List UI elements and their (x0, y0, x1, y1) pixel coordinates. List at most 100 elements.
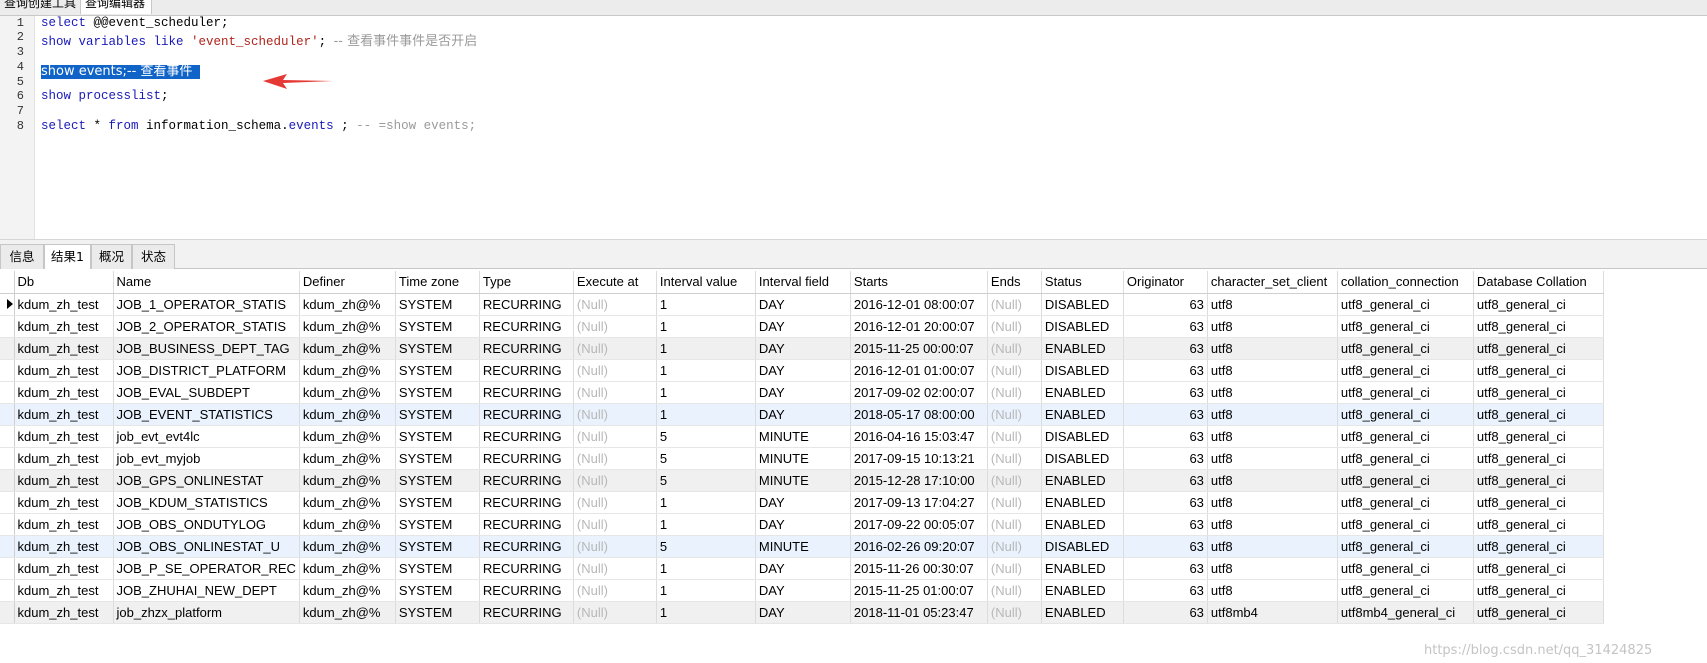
table-cell[interactable]: DAY (755, 601, 851, 624)
table-cell[interactable]: utf8_general_ci (1473, 535, 1604, 558)
table-cell[interactable]: 63 (1123, 579, 1208, 602)
table-cell[interactable]: 5 (656, 469, 756, 492)
table-cell[interactable]: utf8_general_ci (1337, 403, 1474, 426)
table-cell[interactable]: RECURRING (479, 403, 574, 426)
table-cell[interactable]: 2016-12-01 08:00:07 (850, 293, 988, 316)
table-cell[interactable]: kdum_zh@% (299, 601, 396, 624)
table-cell[interactable]: DISABLED (1041, 425, 1124, 448)
table-cell[interactable]: SYSTEM (395, 293, 480, 316)
table-cell[interactable]: kdum_zh_test (14, 381, 114, 404)
table-cell[interactable]: utf8_general_ci (1473, 337, 1604, 360)
table-cell[interactable]: ENABLED (1041, 579, 1124, 602)
column-header[interactable]: collation_connection (1337, 271, 1474, 294)
table-cell[interactable]: utf8_general_ci (1337, 491, 1474, 514)
table-cell[interactable]: 2017-09-15 10:13:21 (850, 447, 988, 470)
table-cell[interactable]: job_evt_myjob (113, 447, 300, 470)
table-cell[interactable]: SYSTEM (395, 425, 480, 448)
table-cell[interactable]: JOB_DISTRICT_PLATFORM (113, 359, 300, 382)
table-cell[interactable]: utf8_general_ci (1337, 293, 1474, 316)
table-cell[interactable]: 2017-09-22 00:05:07 (850, 513, 988, 536)
table-cell[interactable]: utf8_general_ci (1337, 425, 1474, 448)
table-cell[interactable]: kdum_zh@% (299, 315, 396, 338)
table-cell[interactable]: kdum_zh_test (14, 579, 114, 602)
table-cell[interactable]: 63 (1123, 469, 1208, 492)
table-cell[interactable]: utf8 (1207, 579, 1338, 602)
table-cell[interactable]: DISABLED (1041, 315, 1124, 338)
table-cell[interactable]: RECURRING (479, 447, 574, 470)
row-indicator[interactable] (0, 557, 15, 580)
table-cell[interactable]: 63 (1123, 513, 1208, 536)
table-cell[interactable]: kdum_zh_test (14, 425, 114, 448)
table-cell[interactable]: SYSTEM (395, 557, 480, 580)
table-cell[interactable]: 2015-11-25 01:00:07 (850, 579, 988, 602)
table-cell[interactable]: (Null) (573, 425, 657, 448)
table-cell[interactable]: 63 (1123, 315, 1208, 338)
table-cell[interactable]: DISABLED (1041, 293, 1124, 316)
table-cell[interactable]: kdum_zh_test (14, 447, 114, 470)
table-cell[interactable]: JOB_KDUM_STATISTICS (113, 491, 300, 514)
table-cell[interactable]: RECURRING (479, 315, 574, 338)
table-cell[interactable]: 63 (1123, 557, 1208, 580)
table-cell[interactable]: RECURRING (479, 535, 574, 558)
table-cell[interactable]: RECURRING (479, 469, 574, 492)
table-cell[interactable]: utf8 (1207, 381, 1338, 404)
table-cell[interactable]: kdum_zh@% (299, 337, 396, 360)
table-cell[interactable]: utf8_general_ci (1473, 359, 1604, 382)
table-cell[interactable]: SYSTEM (395, 359, 480, 382)
table-cell[interactable]: 2016-12-01 20:00:07 (850, 315, 988, 338)
table-cell[interactable]: (Null) (987, 557, 1042, 580)
table-cell[interactable]: RECURRING (479, 491, 574, 514)
table-cell[interactable]: 1 (656, 579, 756, 602)
table-cell[interactable]: ENABLED (1041, 601, 1124, 624)
table-cell[interactable]: utf8_general_ci (1337, 447, 1474, 470)
table-cell[interactable]: utf8_general_ci (1473, 425, 1604, 448)
table-cell[interactable]: JOB_EVENT_STATISTICS (113, 403, 300, 426)
table-row[interactable]: kdum_zh_test JOB_OBS_ONDUTYLOG kdum_zh@% SY… (0, 513, 1604, 536)
column-header[interactable]: Name (113, 271, 300, 294)
table-cell[interactable]: JOB_OBS_ONLINESTAT_U (113, 535, 300, 558)
tab-info[interactable]: 信息 (0, 244, 44, 270)
row-indicator[interactable] (0, 513, 15, 536)
table-cell[interactable]: 5 (656, 447, 756, 470)
table-cell[interactable]: kdum_zh_test (14, 403, 114, 426)
table-cell[interactable]: DISABLED (1041, 447, 1124, 470)
table-row[interactable]: kdum_zh_test job_zhzx_platform kdum_zh@% SY… (0, 601, 1604, 624)
table-cell[interactable]: utf8 (1207, 337, 1338, 360)
table-cell[interactable]: utf8_general_ci (1473, 447, 1604, 470)
table-cell[interactable]: utf8 (1207, 491, 1338, 514)
table-cell[interactable]: kdum_zh_test (14, 293, 114, 316)
table-cell[interactable]: 1 (656, 293, 756, 316)
table-cell[interactable]: ENABLED (1041, 469, 1124, 492)
table-cell[interactable]: (Null) (987, 491, 1042, 514)
table-cell[interactable]: (Null) (987, 447, 1042, 470)
table-cell[interactable]: kdum_zh_test (14, 359, 114, 382)
table-cell[interactable]: DISABLED (1041, 359, 1124, 382)
table-cell[interactable]: DAY (755, 337, 851, 360)
table-cell[interactable]: 63 (1123, 359, 1208, 382)
table-cell[interactable]: DAY (755, 293, 851, 316)
table-cell[interactable]: 1 (656, 513, 756, 536)
table-cell[interactable]: JOB_GPS_ONLINESTAT (113, 469, 300, 492)
table-cell[interactable]: utf8_general_ci (1473, 513, 1604, 536)
table-cell[interactable]: utf8 (1207, 425, 1338, 448)
table-cell[interactable]: 2016-12-01 01:00:07 (850, 359, 988, 382)
table-cell[interactable]: RECURRING (479, 579, 574, 602)
row-indicator[interactable] (0, 337, 15, 360)
table-cell[interactable]: ENABLED (1041, 557, 1124, 580)
table-cell[interactable]: kdum_zh_test (14, 315, 114, 338)
table-cell[interactable]: utf8_general_ci (1473, 579, 1604, 602)
table-cell[interactable]: JOB_1_OPERATOR_STATIS (113, 293, 300, 316)
table-cell[interactable]: (Null) (573, 557, 657, 580)
table-cell[interactable]: utf8_general_ci (1473, 381, 1604, 404)
table-cell[interactable]: RECURRING (479, 293, 574, 316)
table-cell[interactable]: (Null) (573, 491, 657, 514)
table-cell[interactable]: 63 (1123, 337, 1208, 360)
table-cell[interactable]: SYSTEM (395, 601, 480, 624)
table-cell[interactable]: SYSTEM (395, 469, 480, 492)
table-cell[interactable]: (Null) (987, 337, 1042, 360)
table-cell[interactable]: 63 (1123, 601, 1208, 624)
table-cell[interactable]: SYSTEM (395, 447, 480, 470)
table-cell[interactable]: utf8_general_ci (1473, 491, 1604, 514)
row-indicator[interactable] (0, 579, 15, 602)
table-cell[interactable]: SYSTEM (395, 337, 480, 360)
